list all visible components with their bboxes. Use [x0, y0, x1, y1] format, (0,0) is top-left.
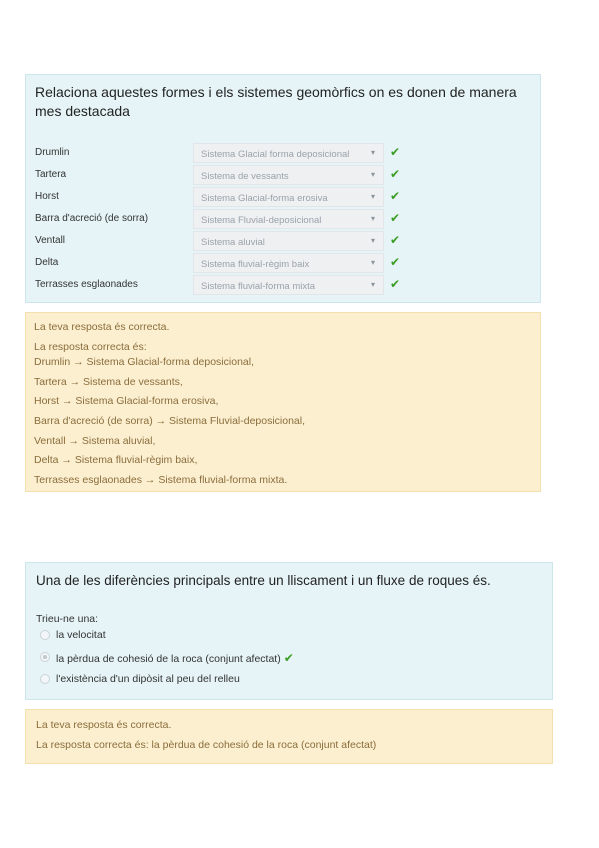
select-value: Sistema aluvial	[201, 237, 265, 248]
select-value: Sistema Glacial forma deposicional	[201, 149, 350, 160]
radio-button-selected[interactable]	[40, 652, 50, 662]
radio-button[interactable]	[40, 674, 50, 684]
match-select[interactable]: Sistema de vessants ▾	[193, 165, 384, 185]
feedback-answer-line: La resposta correcta és: la pèrdua de co…	[36, 739, 377, 751]
feedback-status: La teva resposta és correcta.	[36, 719, 172, 731]
feedback-answer-line: Drumlin → Sistema Glacial-forma deposici…	[34, 356, 254, 368]
caret-down-icon: ▾	[370, 214, 375, 223]
question-1-card: Relaciona aquestes formes i els sistemes…	[25, 74, 541, 303]
select-value: Sistema fluvial-règim baix	[201, 259, 310, 270]
check-icon: ✔	[390, 233, 401, 247]
match-row: Horst Sistema Glacial-forma erosiva ▾ ✔	[35, 187, 535, 207]
check-icon: ✔	[283, 651, 294, 665]
caret-down-icon: ▾	[370, 236, 375, 245]
match-row: Terrasses esglaonades Sistema fluvial-fo…	[35, 275, 535, 295]
question-2-text: Una de les diferències principals entre …	[36, 573, 491, 588]
caret-down-icon: ▾	[370, 280, 375, 289]
match-label: Tartera	[35, 169, 67, 180]
option-text: la pèrdua de cohesió de la roca (conjunt…	[56, 653, 281, 665]
select-value: Sistema fluvial-forma mixta	[201, 281, 316, 292]
feedback-answer-line: Barra d'acreció (de sorra) → Sistema Flu…	[34, 415, 306, 427]
radio-button[interactable]	[40, 630, 50, 640]
match-select[interactable]: Sistema fluvial-forma mixta ▾	[193, 275, 384, 295]
match-row: Delta Sistema fluvial-règim baix ▾ ✔	[35, 253, 535, 273]
option-label: la pèrdua de cohesió de la roca (conjunt…	[56, 651, 294, 665]
select-value: Sistema Fluvial-deposicional	[201, 215, 322, 226]
match-select[interactable]: Sistema Glacial forma deposicional ▾	[193, 143, 384, 163]
option-label: l'existència d'un dipòsit al peu del rel…	[56, 673, 240, 685]
option-label: la velocitat	[56, 629, 106, 641]
match-row: Drumlin Sistema Glacial forma deposicion…	[35, 143, 535, 163]
match-select[interactable]: Sistema Fluvial-deposicional ▾	[193, 209, 384, 229]
feedback-heading: La resposta correcta és:	[34, 341, 147, 353]
check-icon: ✔	[390, 189, 401, 203]
match-select[interactable]: Sistema Glacial-forma erosiva ▾	[193, 187, 384, 207]
question-1-text: Relaciona aquestes formes i els sistemes…	[35, 84, 517, 119]
check-icon: ✔	[390, 167, 401, 181]
feedback-status: La teva resposta és correcta.	[34, 321, 170, 333]
feedback-answer-line: Delta → Sistema fluvial-règim baix,	[34, 454, 198, 466]
select-value: Sistema Glacial-forma erosiva	[201, 193, 328, 204]
match-label: Terrasses esglaonades	[35, 279, 138, 290]
feedback-answer-line: Tartera → Sistema de vessants,	[34, 376, 183, 388]
check-icon: ✔	[390, 211, 401, 225]
match-row: Barra d'acreció (de sorra) Sistema Fluvi…	[35, 209, 535, 229]
match-row: Ventall Sistema aluvial ▾ ✔	[35, 231, 535, 251]
match-label: Drumlin	[35, 147, 70, 158]
feedback-answer-line: Terrasses esglaonades → Sistema fluvial-…	[34, 474, 288, 486]
feedback-answer-line: Horst → Sistema Glacial-forma erosiva,	[34, 395, 219, 407]
check-icon: ✔	[390, 255, 401, 269]
question-2-card: Una de les diferències principals entre …	[25, 562, 553, 700]
choose-one-prompt: Trieu-ne una:	[36, 613, 99, 625]
match-select[interactable]: Sistema fluvial-règim baix ▾	[193, 253, 384, 273]
match-row: Tartera Sistema de vessants ▾ ✔	[35, 165, 535, 185]
match-label: Barra d'acreció (de sorra)	[35, 213, 149, 224]
select-value: Sistema de vessants	[201, 171, 289, 182]
caret-down-icon: ▾	[370, 170, 375, 179]
feedback-answer-line: Ventall → Sistema aluvial,	[34, 435, 156, 447]
check-icon: ✔	[390, 277, 401, 291]
caret-down-icon: ▾	[370, 258, 375, 267]
match-label: Horst	[35, 191, 59, 202]
caret-down-icon: ▾	[370, 192, 375, 201]
caret-down-icon: ▾	[370, 148, 375, 157]
match-label: Delta	[35, 257, 59, 268]
feedback-2-panel: La teva resposta és correcta. La respost…	[25, 709, 553, 764]
check-icon: ✔	[390, 145, 401, 159]
feedback-1-panel: La teva resposta és correcta. La respost…	[25, 312, 541, 492]
match-select[interactable]: Sistema aluvial ▾	[193, 231, 384, 251]
match-label: Ventall	[35, 235, 66, 246]
